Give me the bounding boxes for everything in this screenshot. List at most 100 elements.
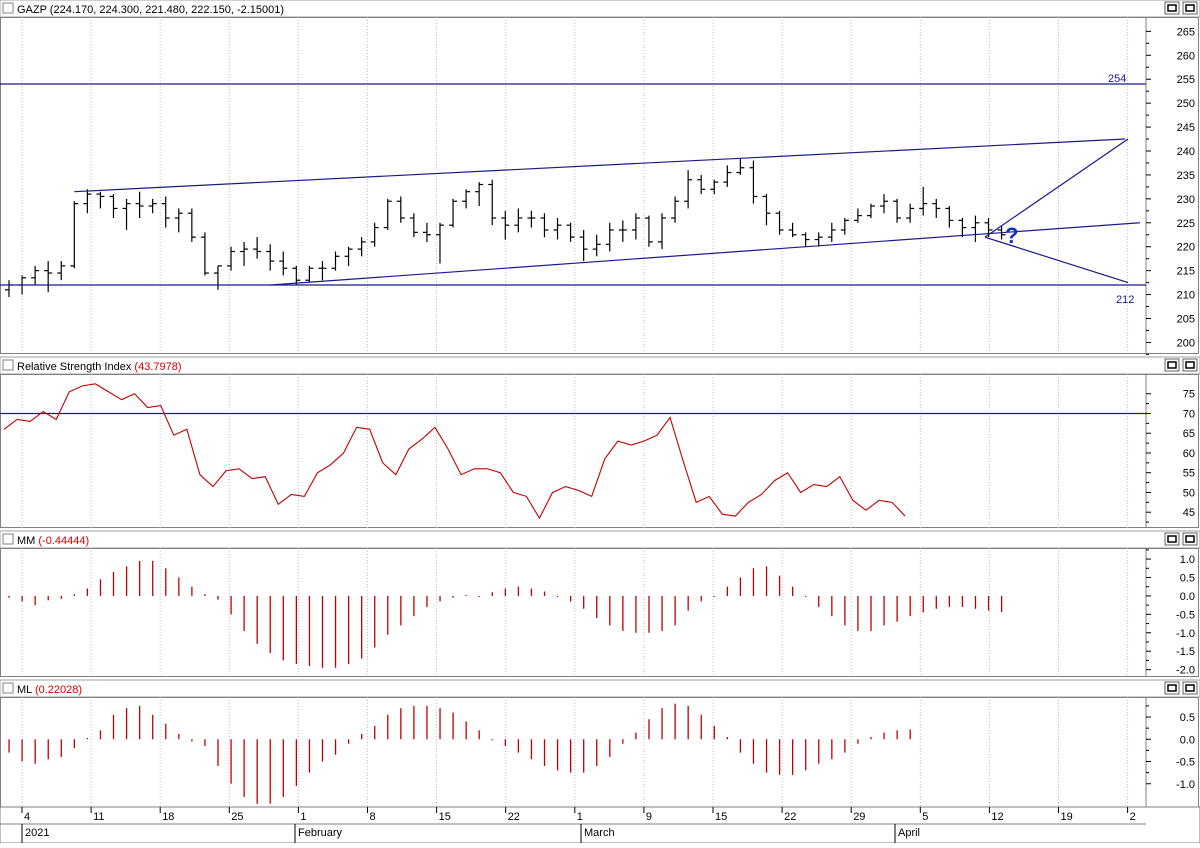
- window-button-frame: [1164, 1, 1180, 15]
- rsi-value: (43.7978): [134, 361, 181, 373]
- x-tick-label: 1: [577, 811, 583, 823]
- x-tick-label: 15: [439, 811, 451, 823]
- ml-bar: [387, 714, 389, 740]
- ml-bar: [909, 729, 911, 740]
- mm-bar: [504, 588, 506, 596]
- mm-bar: [361, 595, 363, 659]
- y-tick-label: 260: [1177, 50, 1195, 62]
- ml-bar: [400, 708, 402, 740]
- ml-bar: [831, 739, 833, 760]
- ml-bar: [883, 732, 885, 740]
- window-button-frame: [1164, 681, 1180, 695]
- mm-bar: [73, 594, 75, 596]
- window-button[interactable]: [1164, 358, 1180, 372]
- mm-bar: [935, 595, 937, 609]
- x-tick-label: 1: [300, 811, 306, 823]
- mm-bar: [347, 595, 350, 665]
- ml-bar: [439, 708, 441, 740]
- rsi-header: Relative Strength Index (43.7978): [2, 359, 182, 373]
- price-header: GAZP (224.170, 224.300, 221.480, 222.150…: [2, 2, 284, 16]
- mm-bar: [191, 586, 193, 596]
- mm-bar: [896, 595, 898, 622]
- ml-bar: [269, 739, 271, 804]
- mm-bar: [34, 595, 36, 606]
- svg-text:MM (-0.44444): MM (-0.44444): [17, 535, 89, 547]
- window-button[interactable]: [1164, 1, 1180, 15]
- mm-bar: [818, 595, 820, 607]
- mm-bar: [987, 595, 990, 611]
- y-tick-label: 255: [1177, 74, 1195, 86]
- ml-bar: [778, 739, 781, 775]
- level-high-label: 254: [1108, 73, 1126, 85]
- svg-text:Relative Strength Index (43.79: Relative Strength Index (43.7978): [17, 361, 182, 373]
- ml-bar: [125, 708, 128, 740]
- ml-bar: [530, 739, 533, 760]
- ml-bar: [191, 739, 193, 742]
- window-button-frame: [1182, 532, 1198, 546]
- x-tick-label: 5: [922, 811, 928, 823]
- ml-bar: [99, 730, 102, 740]
- mm-bar: [792, 586, 794, 596]
- mm-bar: [870, 595, 872, 631]
- mm-bar: [713, 595, 715, 597]
- x-tick-label: 18: [162, 811, 174, 823]
- ml-bar: [452, 712, 454, 740]
- ml-bar: [583, 739, 585, 773]
- y-tick-label: 0.0: [1180, 734, 1195, 746]
- y-tick-label: 230: [1177, 194, 1195, 206]
- window-button[interactable]: [1164, 532, 1180, 546]
- ml-bar: [805, 739, 807, 771]
- x-tick-label: 22: [784, 811, 796, 823]
- ml-bar: [752, 739, 755, 764]
- mm-bar: [282, 595, 284, 661]
- y-tick-label: 265: [1177, 26, 1195, 38]
- mm-bar: [99, 579, 102, 596]
- mm-bar: [321, 595, 324, 668]
- price-title: GAZP (224.170, 224.300, 221.480, 222.150…: [17, 4, 284, 16]
- ml-bar: [648, 719, 650, 740]
- ml-bar: [713, 725, 715, 740]
- window-button-frame: [1164, 358, 1180, 372]
- ml-bar: [334, 739, 337, 755]
- ml-bar: [204, 739, 206, 746]
- mm-bar: [21, 595, 23, 602]
- mm-bar: [778, 575, 781, 596]
- ml-bar: [609, 739, 611, 758]
- window-button-frame: [1182, 1, 1198, 15]
- y-tick-label: 70: [1183, 408, 1195, 420]
- ml-bar: [857, 739, 859, 744]
- ml-bar: [543, 739, 546, 766]
- ml-bar: [165, 723, 167, 740]
- mm-bar: [844, 595, 846, 626]
- window-button[interactable]: [1182, 532, 1198, 546]
- ml-bar: [217, 739, 219, 766]
- y-tick-label: 220: [1177, 242, 1195, 254]
- ml-bar: [47, 739, 49, 760]
- ml-bar: [321, 739, 324, 762]
- window-button[interactable]: [1182, 681, 1198, 695]
- ml-bar: [465, 721, 467, 740]
- ml-bar: [792, 739, 794, 775]
- y-tick-label: 240: [1177, 146, 1195, 158]
- ml-bar: [347, 739, 350, 744]
- ml-bar: [491, 739, 493, 741]
- mm-bar: [47, 595, 49, 601]
- mm-bar: [517, 586, 520, 596]
- window-button[interactable]: [1182, 358, 1198, 372]
- mm-bar: [178, 577, 180, 596]
- y-tick-label: -1.0: [1176, 779, 1195, 791]
- ml-bar: [34, 739, 36, 764]
- ml-bar: [413, 705, 415, 740]
- ml-bar: [700, 714, 702, 740]
- mm-bar: [883, 595, 885, 626]
- x-tick-label: 29: [853, 811, 865, 823]
- mm-bar: [8, 595, 10, 598]
- mm-bar: [1000, 595, 1003, 613]
- y-tick-label: -1.5: [1176, 646, 1195, 658]
- window-button[interactable]: [1182, 1, 1198, 15]
- mm-bar: [739, 577, 742, 596]
- y-tick-label: 0.0: [1180, 591, 1195, 603]
- ml-bar: [569, 739, 572, 773]
- ml-bar: [21, 739, 23, 762]
- window-button[interactable]: [1164, 681, 1180, 695]
